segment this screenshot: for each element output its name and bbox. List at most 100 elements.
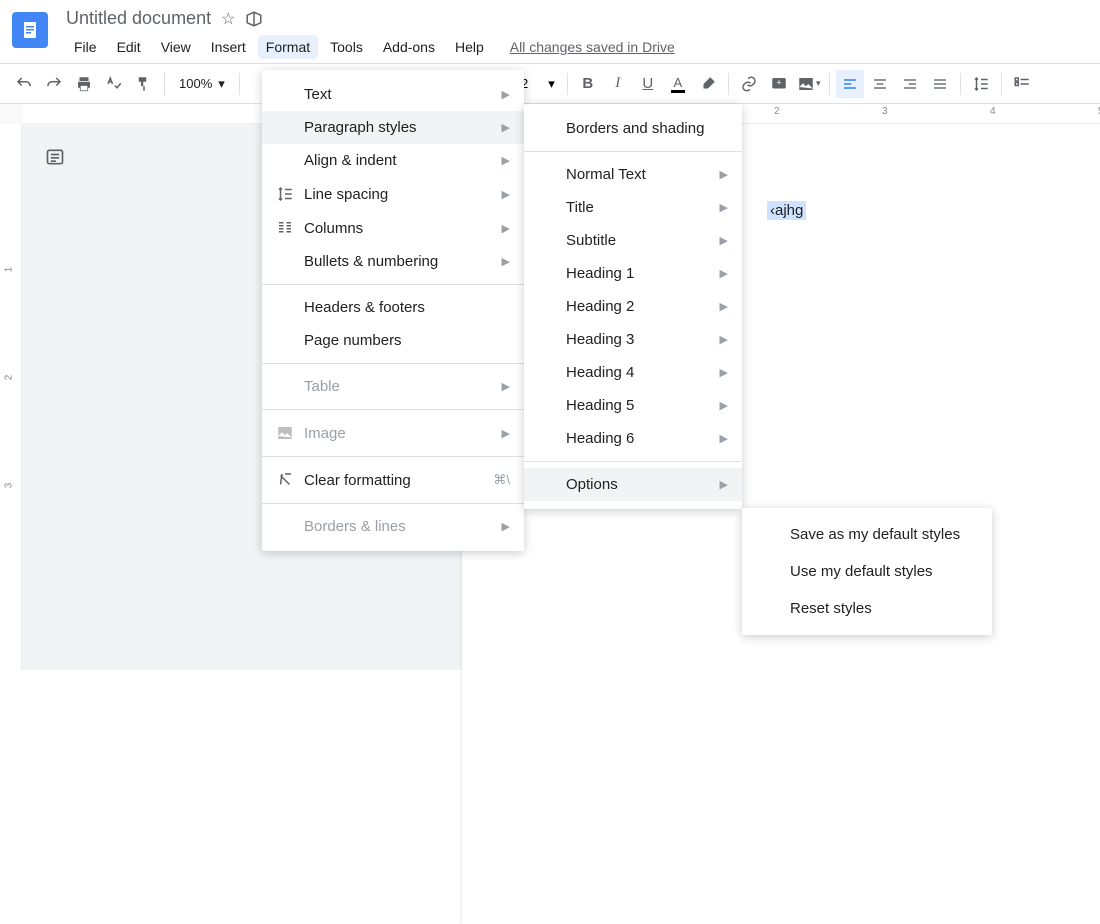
paragraph-item-heading-5[interactable]: Heading 5▶ (524, 389, 742, 422)
menu-label: Subtitle (566, 232, 720, 249)
menu-label: Heading 4 (566, 364, 720, 381)
ruler-mark: 3 (882, 106, 888, 117)
menu-separator (262, 456, 524, 457)
menu-label: Line spacing (304, 186, 502, 203)
menu-label: Heading 6 (566, 430, 720, 447)
menu-view[interactable]: View (153, 35, 199, 59)
menu-separator (524, 151, 742, 152)
format-item-paragraph-styles[interactable]: Paragraph styles▶ (262, 111, 524, 144)
document-text[interactable]: ‹ajhg (767, 202, 806, 219)
menubar: File Edit View Insert Format Tools Add-o… (66, 35, 1088, 59)
star-icon[interactable]: ☆ (221, 9, 235, 29)
submenu-arrow-icon: ▶ (720, 300, 728, 313)
menu-label: Borders and shading (566, 120, 728, 137)
paragraph-item-borders-and-shading[interactable]: Borders and shading (524, 112, 742, 145)
spellcheck-button[interactable] (100, 70, 128, 98)
format-item-page-numbers[interactable]: Page numbers (262, 324, 524, 357)
submenu-arrow-icon: ▶ (720, 366, 728, 379)
submenu-arrow-icon: ▶ (720, 478, 728, 491)
menu-label: Table (304, 378, 502, 395)
align-justify-button[interactable] (926, 70, 954, 98)
toolbar: 100%▾ 12▾ B I U A + ▾ (0, 64, 1100, 104)
menu-addons[interactable]: Add-ons (375, 35, 443, 59)
toolbar-separator (164, 73, 165, 95)
submenu-arrow-icon: ▶ (720, 267, 728, 280)
highlight-button[interactable] (694, 70, 722, 98)
paragraph-item-heading-1[interactable]: Heading 1▶ (524, 257, 742, 290)
toolbar-separator (728, 73, 729, 95)
menu-label: Bullets & numbering (304, 253, 502, 270)
paragraph-item-normal-text[interactable]: Normal Text▶ (524, 158, 742, 191)
format-item-bullets-numbering[interactable]: Bullets & numbering▶ (262, 245, 524, 278)
format-item-columns[interactable]: Columns▶ (262, 211, 524, 245)
align-center-button[interactable] (866, 70, 894, 98)
format-item-table: Table▶ (262, 370, 524, 403)
menu-tools[interactable]: Tools (322, 35, 371, 59)
paragraph-item-heading-2[interactable]: Heading 2▶ (524, 290, 742, 323)
menu-label: Heading 2 (566, 298, 720, 315)
menu-format[interactable]: Format (258, 35, 318, 59)
menu-file[interactable]: File (66, 35, 105, 59)
document-title[interactable]: Untitled document (66, 8, 211, 29)
paragraph-item-heading-6[interactable]: Heading 6▶ (524, 422, 742, 455)
menu-label: Page numbers (304, 332, 510, 349)
submenu-arrow-icon: ▶ (502, 188, 510, 201)
format-item-clear-formatting[interactable]: Clear formatting⌘\ (262, 463, 524, 497)
menu-separator (262, 284, 524, 285)
docs-logo[interactable] (12, 12, 48, 48)
menu-insert[interactable]: Insert (203, 35, 254, 59)
format-item-line-spacing[interactable]: Line spacing▶ (262, 177, 524, 211)
insert-link-button[interactable] (735, 70, 763, 98)
submenu-arrow-icon: ▶ (502, 520, 510, 533)
paragraph-item-heading-4[interactable]: Heading 4▶ (524, 356, 742, 389)
align-right-button[interactable] (896, 70, 924, 98)
vertical-ruler[interactable]: 1 2 3 (0, 124, 22, 670)
options-item-save-as-my-default-styles[interactable]: Save as my default styles (742, 516, 992, 553)
menu-label: Heading 5 (566, 397, 720, 414)
insert-comment-button[interactable]: + (765, 70, 793, 98)
format-item-image: Image▶ (262, 416, 524, 450)
insert-image-button[interactable]: ▾ (795, 70, 823, 98)
undo-button[interactable] (10, 70, 38, 98)
app-header: Untitled document ☆ File Edit View Inser… (0, 0, 1100, 59)
menu-label: Options (566, 476, 720, 493)
paragraph-item-options[interactable]: Options▶ (524, 468, 742, 501)
ruler-mark: 2 (3, 375, 14, 381)
align-left-button[interactable] (836, 70, 864, 98)
options-item-use-my-default-styles[interactable]: Use my default styles (742, 553, 992, 590)
menu-separator (262, 409, 524, 410)
menu-label: Save as my default styles (790, 526, 972, 543)
zoom-value: 100% (179, 76, 212, 91)
dropdown-icon: ▾ (548, 76, 555, 92)
menu-label: Paragraph styles (304, 119, 502, 136)
menu-edit[interactable]: Edit (109, 35, 149, 59)
format-item-text[interactable]: Text▶ (262, 78, 524, 111)
format-item-align-indent[interactable]: Align & indent▶ (262, 144, 524, 177)
print-button[interactable] (70, 70, 98, 98)
paragraph-item-subtitle[interactable]: Subtitle▶ (524, 224, 742, 257)
options-item-reset-styles[interactable]: Reset styles (742, 590, 992, 627)
submenu-arrow-icon: ▶ (502, 380, 510, 393)
bold-button[interactable]: B (574, 70, 602, 98)
format-item-headers-footers[interactable]: Headers & footers (262, 291, 524, 324)
outline-toggle-button[interactable] (40, 142, 70, 172)
save-status[interactable]: All changes saved in Drive (510, 35, 675, 59)
underline-button[interactable]: U (634, 70, 662, 98)
menu-label: Title (566, 199, 720, 216)
redo-button[interactable] (40, 70, 68, 98)
italic-button[interactable]: I (604, 70, 632, 98)
toolbar-separator (567, 73, 568, 95)
line-spacing-button[interactable] (967, 70, 995, 98)
paragraph-item-title[interactable]: Title▶ (524, 191, 742, 224)
move-icon[interactable] (245, 10, 263, 28)
zoom-selector[interactable]: 100%▾ (171, 76, 233, 92)
paragraph-item-heading-3[interactable]: Heading 3▶ (524, 323, 742, 356)
text-color-button[interactable]: A (664, 70, 692, 98)
menu-help[interactable]: Help (447, 35, 492, 59)
submenu-arrow-icon: ▶ (502, 222, 510, 235)
submenu-arrow-icon: ▶ (502, 121, 510, 134)
submenu-arrow-icon: ▶ (502, 255, 510, 268)
checklist-button[interactable] (1008, 70, 1036, 98)
submenu-arrow-icon: ▶ (720, 432, 728, 445)
paint-format-button[interactable] (130, 70, 158, 98)
